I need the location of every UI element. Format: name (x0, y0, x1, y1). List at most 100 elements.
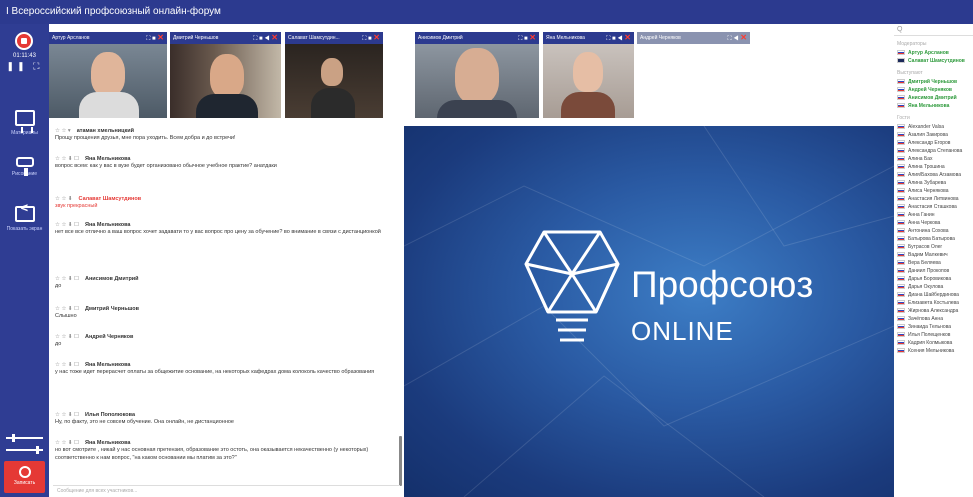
chat-message: ☆ ☆ ⬇ ☐ Дмитрий Черньшов Слышно (55, 306, 398, 320)
participant-item[interactable]: Дмитрий Черньшов (894, 78, 973, 86)
participant-item[interactable]: Вера Беляева (894, 259, 973, 267)
chat-scrollbar[interactable] (399, 436, 402, 486)
participant-item[interactable]: Анастасия Сташкова (894, 203, 973, 211)
close-icon[interactable]: ✕ (271, 33, 278, 42)
participant-item[interactable]: Зачёпова Анна (894, 315, 973, 323)
participant-item[interactable]: Алина Бах (894, 155, 973, 163)
message-text: до (55, 341, 62, 347)
participant-item[interactable]: Анисимов Дмитрий (894, 94, 973, 102)
close-icon[interactable]: ✕ (529, 33, 536, 42)
participant-item[interactable]: Салават Шамсутдинов (894, 57, 973, 65)
participant-item[interactable]: Зинаида Тельнова (894, 323, 973, 331)
camera-icon[interactable]: ■ (612, 36, 616, 42)
participant-item[interactable]: Вадим Малкевич (894, 251, 973, 259)
presentation-icon (14, 110, 35, 133)
microphone-slider[interactable] (6, 434, 43, 442)
fullscreen-icon[interactable]: ⛶ (33, 61, 42, 71)
participant-item[interactable]: Жирнова Александра (894, 307, 973, 315)
record-button[interactable]: Записать (4, 461, 45, 493)
chat-message: ☆ ☆ ⬇ ☐ Андрей Черняков до (55, 334, 398, 348)
close-icon[interactable]: ✕ (624, 33, 631, 42)
participant-item[interactable]: Бутрасов Олег (894, 243, 973, 251)
participant-item[interactable]: Даниил Прокопов (894, 267, 973, 275)
participant-item[interactable]: Илья Полещенков (894, 331, 973, 339)
fullscreen-icon[interactable]: ⛶ (362, 36, 366, 42)
video-tile[interactable]: Дмитрий Черньшов ⛶ ■ ◀ ✕ (170, 32, 281, 118)
share-screen-button[interactable]: Показать экран (0, 205, 49, 232)
participant-item[interactable]: Александр Егоров (894, 139, 973, 147)
speaker-slider[interactable] (6, 446, 43, 454)
participant-face (210, 54, 244, 98)
camera-icon[interactable]: ■ (524, 36, 528, 42)
slider-handle[interactable] (12, 434, 15, 442)
participant-item[interactable]: Ксения Мельникова (894, 347, 973, 355)
participant-item[interactable]: Анастасия Литвинова (894, 195, 973, 203)
camera-icon[interactable]: ■ (259, 36, 263, 42)
video-tile-name: Андрей Черняков (640, 35, 681, 41)
lightbulb-logo-icon (524, 230, 620, 342)
participant-item[interactable]: Алиса Чернякова (894, 187, 973, 195)
video-tile[interactable]: Яна Мельникова ⛶ ■ ◀ ✕ (543, 32, 634, 118)
share-screen-icon (14, 205, 35, 222)
fullscreen-icon[interactable]: ⛶ (727, 36, 731, 42)
russia-flag-icon (897, 252, 905, 257)
participant-item[interactable]: Артур Арсланов (894, 49, 973, 57)
fullscreen-icon[interactable]: ⛶ (146, 36, 150, 42)
session-timer: 01:11:43 (13, 53, 36, 59)
materials-button[interactable]: Материалы (0, 110, 49, 136)
pause-controls[interactable]: ❚❚ ⛶ (0, 61, 49, 72)
speaker-icon[interactable]: ◀ (264, 36, 269, 42)
participant-item[interactable]: Дарья Боровикова (894, 275, 973, 283)
participant-item[interactable]: Андрей Черняков (894, 86, 973, 94)
paint-roller-icon (15, 157, 34, 176)
participant-item[interactable]: Анна Черкова (894, 219, 973, 227)
chat-input[interactable]: Сообщение для всех участников... (53, 485, 400, 495)
participant-body (311, 88, 355, 118)
pause-icon[interactable]: ❚❚ (7, 61, 28, 71)
russia-flag-icon (897, 316, 905, 321)
camera-icon[interactable]: ■ (368, 36, 372, 42)
close-icon[interactable]: ✕ (740, 33, 747, 42)
participant-item[interactable]: Яна Мельникова (894, 102, 973, 110)
participant-item[interactable]: Батырова Батырова (894, 235, 973, 243)
fullscreen-icon[interactable]: ⛶ (253, 36, 257, 42)
speaker-icon[interactable]: ◀ (733, 36, 738, 42)
participant-search-input[interactable]: Q (894, 24, 973, 36)
speaker-icon[interactable]: ◀ (617, 36, 622, 42)
participant-item[interactable]: Кадрия Колмыкова (894, 339, 973, 347)
chat-message: ☆ ☆ ⬇ ☐ Яна Мельникова вопрос всем: как у… (55, 156, 398, 170)
fullscreen-icon[interactable]: ⛶ (606, 36, 610, 42)
russia-flag-icon (897, 204, 905, 209)
chat-message: ☆ ☆ ⬇ ☐ Илья Пополюкова Ну, по факту, это… (55, 412, 398, 426)
participant-item[interactable]: Алия/Бахова Агзамова (894, 171, 973, 179)
message-text: нет все все отлично а ваш вопрос хочет з… (55, 229, 381, 235)
video-tile[interactable]: Андрей Черняков ⛶ ◀ ✕ (637, 32, 750, 44)
close-icon[interactable]: ✕ (373, 33, 380, 42)
participant-item[interactable]: Алина Трошина (894, 163, 973, 171)
participant-item[interactable]: Алина Зубарева (894, 179, 973, 187)
video-tile[interactable]: Салават Шамсутдин... ⛶ ■ ✕ (285, 32, 383, 118)
participant-item[interactable]: Елизавета Костылева (894, 299, 973, 307)
drawing-button[interactable]: Рисование (0, 157, 49, 177)
section-moderators: Модераторы (897, 41, 927, 47)
close-icon[interactable]: ✕ (157, 33, 164, 42)
participant-item[interactable]: Антонина Сохова (894, 227, 973, 235)
video-tile[interactable]: Анисимов Дмитрий ⛶ ■ ✕ (415, 32, 539, 118)
participant-video (49, 44, 167, 118)
participant-item[interactable]: Диана Шайбердинова (894, 291, 973, 299)
participant-item[interactable]: Александра Степанова (894, 147, 973, 155)
recording-indicator-icon[interactable] (15, 32, 33, 50)
participant-item[interactable]: Дарья Окулова (894, 283, 973, 291)
slider-handle[interactable] (36, 446, 39, 454)
participant-item[interactable]: Азалия Закирова (894, 131, 973, 139)
russia-flag-icon (897, 228, 905, 233)
russia-flag-icon (897, 79, 905, 84)
russia-flag-icon (897, 140, 905, 145)
russia-flag-icon (897, 340, 905, 345)
participant-item[interactable]: Анна Ганин (894, 211, 973, 219)
fullscreen-icon[interactable]: ⛶ (518, 36, 522, 42)
camera-icon[interactable]: ■ (152, 36, 156, 42)
participant-video (415, 44, 539, 118)
participant-item[interactable]: Alexander Valsa (894, 123, 973, 131)
video-tile[interactable]: Артур Арсланов ⛶ ■ ✕ (49, 32, 167, 118)
